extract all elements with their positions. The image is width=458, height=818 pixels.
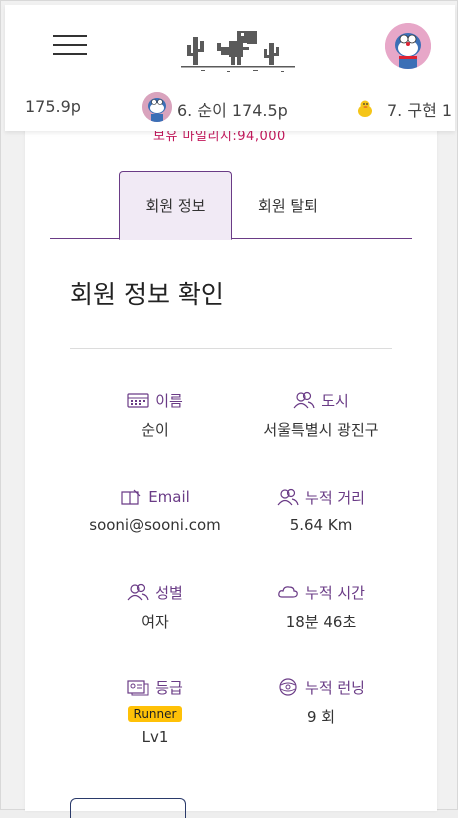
hamburger-menu-icon[interactable]	[53, 35, 87, 61]
field-value: sooni@sooni.com	[89, 516, 221, 534]
ranking-ticker: 175.9p 6. 순이 174.5p 7. 구현 1	[5, 87, 455, 127]
edit-button[interactable]	[70, 798, 186, 818]
cloud-icon	[278, 586, 298, 598]
field-email: Email sooni@sooni.com	[70, 486, 240, 534]
duck-avatar-icon	[358, 100, 372, 117]
field-label: 성별	[155, 583, 183, 602]
dino-logo-icon[interactable]	[181, 25, 295, 79]
member-info-card: 보유 마일리지:94,000 회원 정보 회원 탈퇴 회원 정보 확인 이름 순…	[25, 111, 437, 818]
field-grade: 등급 Runner Lv1	[70, 676, 240, 746]
grade-badge: Runner	[127, 706, 183, 722]
ball-icon	[279, 678, 297, 696]
field-label: 누적 시간	[305, 583, 365, 602]
field-label: 등급	[155, 678, 183, 697]
id-card-icon	[127, 680, 149, 696]
doraemon-avatar-icon	[385, 23, 431, 69]
field-value: 여자	[141, 613, 169, 631]
field-label: 이름	[155, 391, 183, 410]
page-title: 회원 정보 확인	[70, 280, 224, 309]
field-value: 서울특별시 광진구	[263, 421, 379, 439]
field-label: Email	[148, 488, 190, 506]
field-label: 누적 런닝	[305, 678, 365, 697]
users-icon	[293, 391, 315, 409]
tab-member-withdraw[interactable]: 회원 탈퇴	[240, 171, 336, 239]
field-label: 도시	[321, 391, 349, 410]
ticker-item: 175.9p	[25, 97, 81, 116]
field-time: 누적 시간 18분 46초	[236, 581, 406, 632]
divider	[70, 348, 392, 349]
users-icon	[277, 488, 299, 506]
field-runs: 누적 런닝 9 회	[236, 676, 406, 727]
tab-bar: 회원 정보 회원 탈퇴	[50, 171, 412, 240]
field-value: 18분 46초	[285, 613, 357, 631]
field-gender: 성별 여자	[70, 581, 240, 632]
profile-avatar[interactable]	[385, 23, 431, 69]
field-label: 누적 거리	[305, 488, 365, 507]
doraemon-avatar-icon	[142, 92, 172, 122]
book-pencil-icon	[121, 489, 141, 505]
calendar-icon	[127, 393, 149, 408]
users-icon	[127, 583, 149, 601]
field-distance: 누적 거리 5.64 Km	[236, 486, 406, 534]
tab-member-info[interactable]: 회원 정보	[119, 171, 232, 240]
ticker-item: 7. 구현 1	[387, 101, 453, 120]
ticker-item: 6. 순이 174.5p	[177, 101, 288, 120]
top-navbar: 175.9p 6. 순이 174.5p 7. 구현 1	[5, 5, 455, 131]
app-frame: 175.9p 6. 순이 174.5p 7. 구현 1 보유 마일리지:94,0…	[0, 0, 458, 818]
field-name: 이름 순이	[70, 389, 240, 440]
field-value: 5.64 Km	[289, 516, 353, 534]
field-value: Lv1	[141, 728, 169, 746]
field-city: 도시 서울특별시 광진구	[236, 389, 406, 440]
field-value: 순이	[141, 421, 169, 439]
field-value: 9 회	[306, 708, 336, 726]
